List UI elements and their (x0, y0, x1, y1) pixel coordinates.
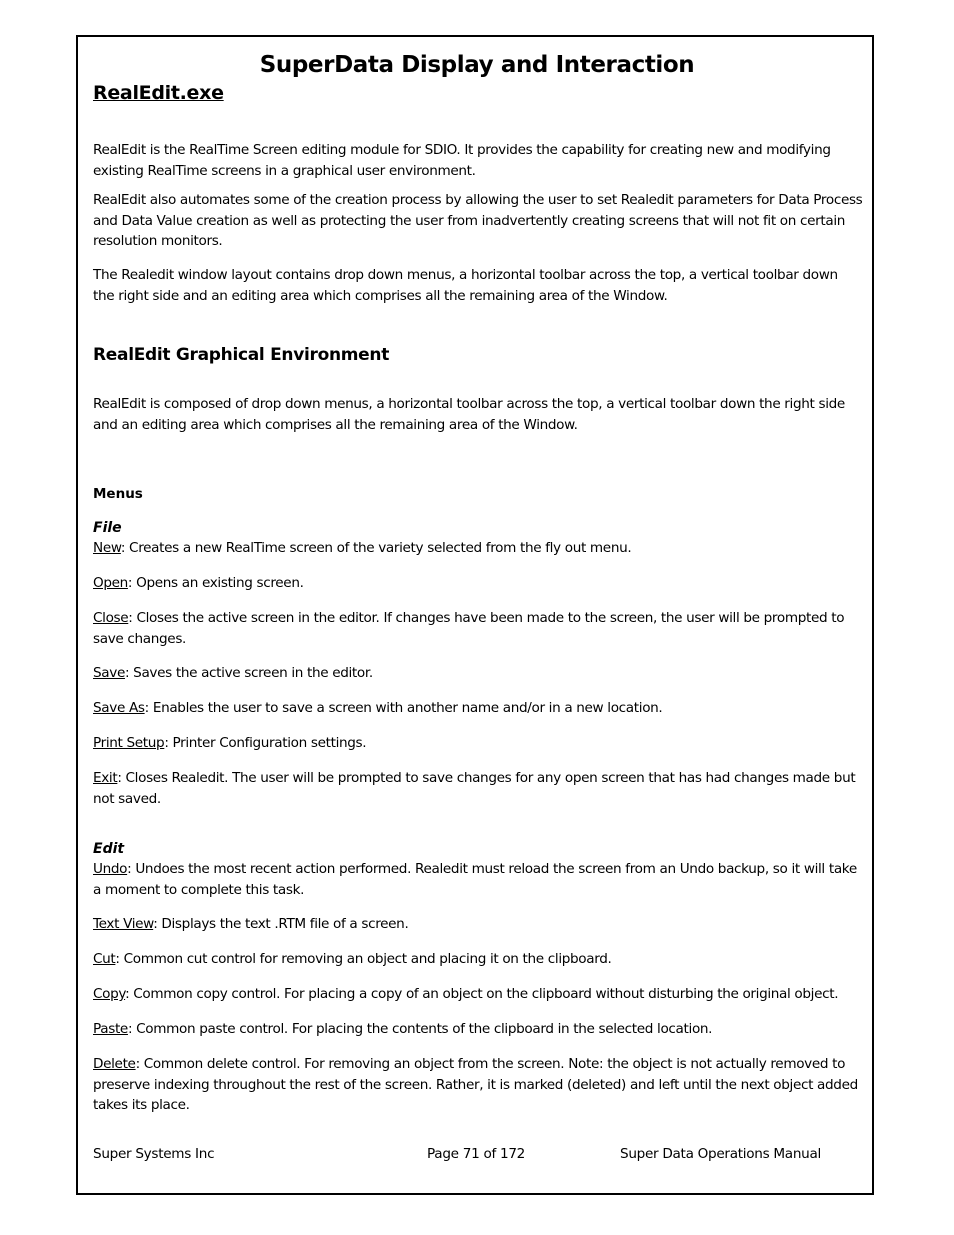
desc-exit: : Closes Realedit. The user will be prom… (93, 770, 856, 807)
term-text-view: Text View (93, 916, 154, 932)
footer-manual-title: Super Data Operations Manual (620, 1146, 821, 1162)
environment-paragraph: RealEdit is composed of drop down menus,… (93, 396, 845, 433)
desc-undo: : Undoes the most recent action performe… (93, 861, 857, 898)
term-save: Save (93, 665, 125, 681)
desc-open: : Opens an existing screen. (127, 575, 304, 591)
edit-item-copy: Copy: Common copy control. For placing a… (93, 984, 863, 1005)
term-copy: Copy (93, 986, 126, 1002)
file-item-new: New: Creates a new RealTime screen of th… (93, 538, 863, 559)
desc-paste: : Common paste control. For placing the … (127, 1021, 713, 1037)
edit-item-delete: Delete: Common delete control. For remov… (93, 1054, 863, 1116)
desc-copy: : Common copy control. For placing a cop… (125, 986, 839, 1002)
term-new: New (93, 540, 121, 556)
term-close: Close (93, 610, 129, 626)
intro-paragraph-2: RealEdit also automates some of the crea… (93, 192, 863, 249)
edit-item-text-view: Text View: Displays the text .RTM file o… (93, 914, 863, 935)
section-heading-realedit: RealEdit.exe (93, 82, 224, 104)
subheading-graphical-environment: RealEdit Graphical Environment (93, 345, 390, 365)
intro-paragraph-3: The Realedit window layout contains drop… (93, 267, 838, 304)
desc-cut: : Common cut control for removing an obj… (115, 951, 612, 967)
term-paste: Paste (93, 1021, 128, 1037)
file-item-print-setup: Print Setup: Printer Configuration setti… (93, 733, 863, 754)
file-item-save: Save: Saves the active screen in the edi… (93, 663, 863, 684)
desc-delete: : Common delete control. For removing an… (93, 1056, 858, 1113)
edit-item-undo: Undo: Undoes the most recent action perf… (93, 859, 863, 900)
desc-save-as: : Enables the user to save a screen with… (144, 700, 663, 716)
menus-heading: Menus (93, 486, 143, 502)
page-title: SuperData Display and Interaction (259, 52, 695, 78)
term-undo: Undo (93, 861, 128, 877)
edit-menu-heading: Edit (93, 841, 125, 857)
desc-new: : Creates a new RealTime screen of the v… (120, 540, 632, 556)
desc-text-view: : Displays the text .RTM file of a scree… (153, 916, 409, 932)
desc-save: : Saves the active screen in the editor. (124, 665, 373, 681)
term-exit: Exit (93, 770, 118, 786)
term-save-as: Save As (93, 700, 145, 716)
term-print-setup: Print Setup (93, 735, 165, 751)
file-item-save-as: Save As: Enables the user to save a scre… (93, 698, 863, 719)
edit-item-cut: Cut: Common cut control for removing an … (93, 949, 863, 970)
file-item-exit: Exit: Closes Realedit. The user will be … (93, 768, 863, 809)
footer-page-number: Page 71 of 172 (427, 1146, 526, 1162)
file-menu-heading: File (93, 520, 122, 536)
term-cut: Cut (93, 951, 116, 967)
file-item-open: Open: Opens an existing screen. (93, 573, 863, 594)
edit-item-paste: Paste: Common paste control. For placing… (93, 1019, 863, 1040)
desc-close: : Closes the active screen in the editor… (93, 610, 845, 647)
desc-print-setup: : Printer Configuration settings. (164, 735, 367, 751)
file-item-close: Close: Closes the active screen in the e… (93, 608, 863, 649)
footer-company: Super Systems Inc (93, 1146, 215, 1162)
term-delete: Delete (93, 1056, 136, 1072)
intro-paragraph-1: RealEdit is the RealTime Screen editing … (93, 142, 831, 179)
term-open: Open (93, 575, 128, 591)
